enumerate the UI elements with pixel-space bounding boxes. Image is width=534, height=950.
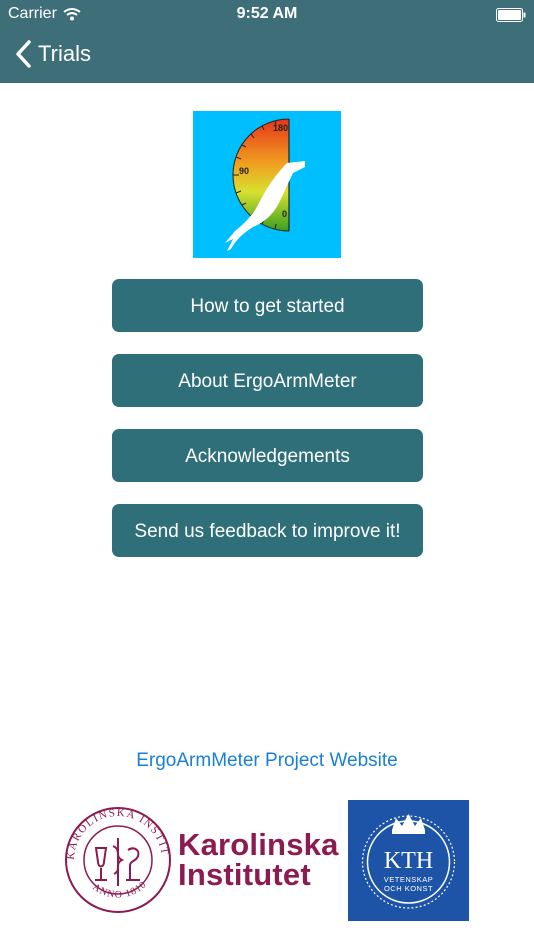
gauge-tick-90: 90	[239, 166, 249, 176]
acknowledgements-button[interactable]: Acknowledgements	[112, 429, 423, 482]
kth-tagline-2: OCH KONST	[384, 884, 433, 893]
karolinska-wordmark[interactable]: Karolinska Institutet	[178, 827, 339, 892]
ki-seal-ring-text: KAROLINSKA INSTITUTET	[58, 800, 169, 860]
chevron-left-icon	[16, 40, 31, 68]
gauge-tick-180: 180	[273, 123, 288, 133]
how-to-get-started-button[interactable]: How to get started	[112, 279, 423, 332]
ki-seal-bottom-text: ANNO 1810	[90, 879, 148, 900]
about-ergoarmmeter-button[interactable]: About ErgoArmMeter	[112, 354, 423, 407]
kth-name: KTH	[384, 848, 433, 874]
navigation-bar: Trials	[0, 30, 534, 83]
karolinska-seal-logo[interactable]: KAROLINSKA INSTITUTET ANNO 1810	[58, 800, 178, 920]
send-feedback-button[interactable]: Send us feedback to improve it!	[112, 504, 423, 557]
ki-wordmark-line1: Karolinska	[178, 827, 339, 862]
kth-logo[interactable]: KTH VETENSKAP OCH KONST	[348, 800, 469, 921]
app-logo: 180 90 0	[193, 111, 341, 258]
battery-icon	[496, 8, 526, 22]
svg-text:KAROLINSKA INSTITUTET: KAROLINSKA INSTITUTET	[58, 800, 171, 860]
header: Carrier 9:52 AM Trials	[0, 0, 534, 83]
kth-tagline-1: VETENSKAP	[384, 875, 434, 884]
status-bar: Carrier 9:52 AM	[0, 0, 534, 30]
gauge-tick-0: 0	[282, 209, 287, 219]
ki-wordmark-line2: Institutet	[178, 857, 311, 892]
back-button[interactable]: Trials	[14, 40, 91, 68]
svg-text:ANNO 1810: ANNO 1810	[90, 879, 149, 900]
project-website-link[interactable]: ErgoArmMeter Project Website	[0, 750, 534, 772]
back-label: Trials	[38, 41, 91, 66]
status-time: 9:52 AM	[236, 5, 298, 22]
